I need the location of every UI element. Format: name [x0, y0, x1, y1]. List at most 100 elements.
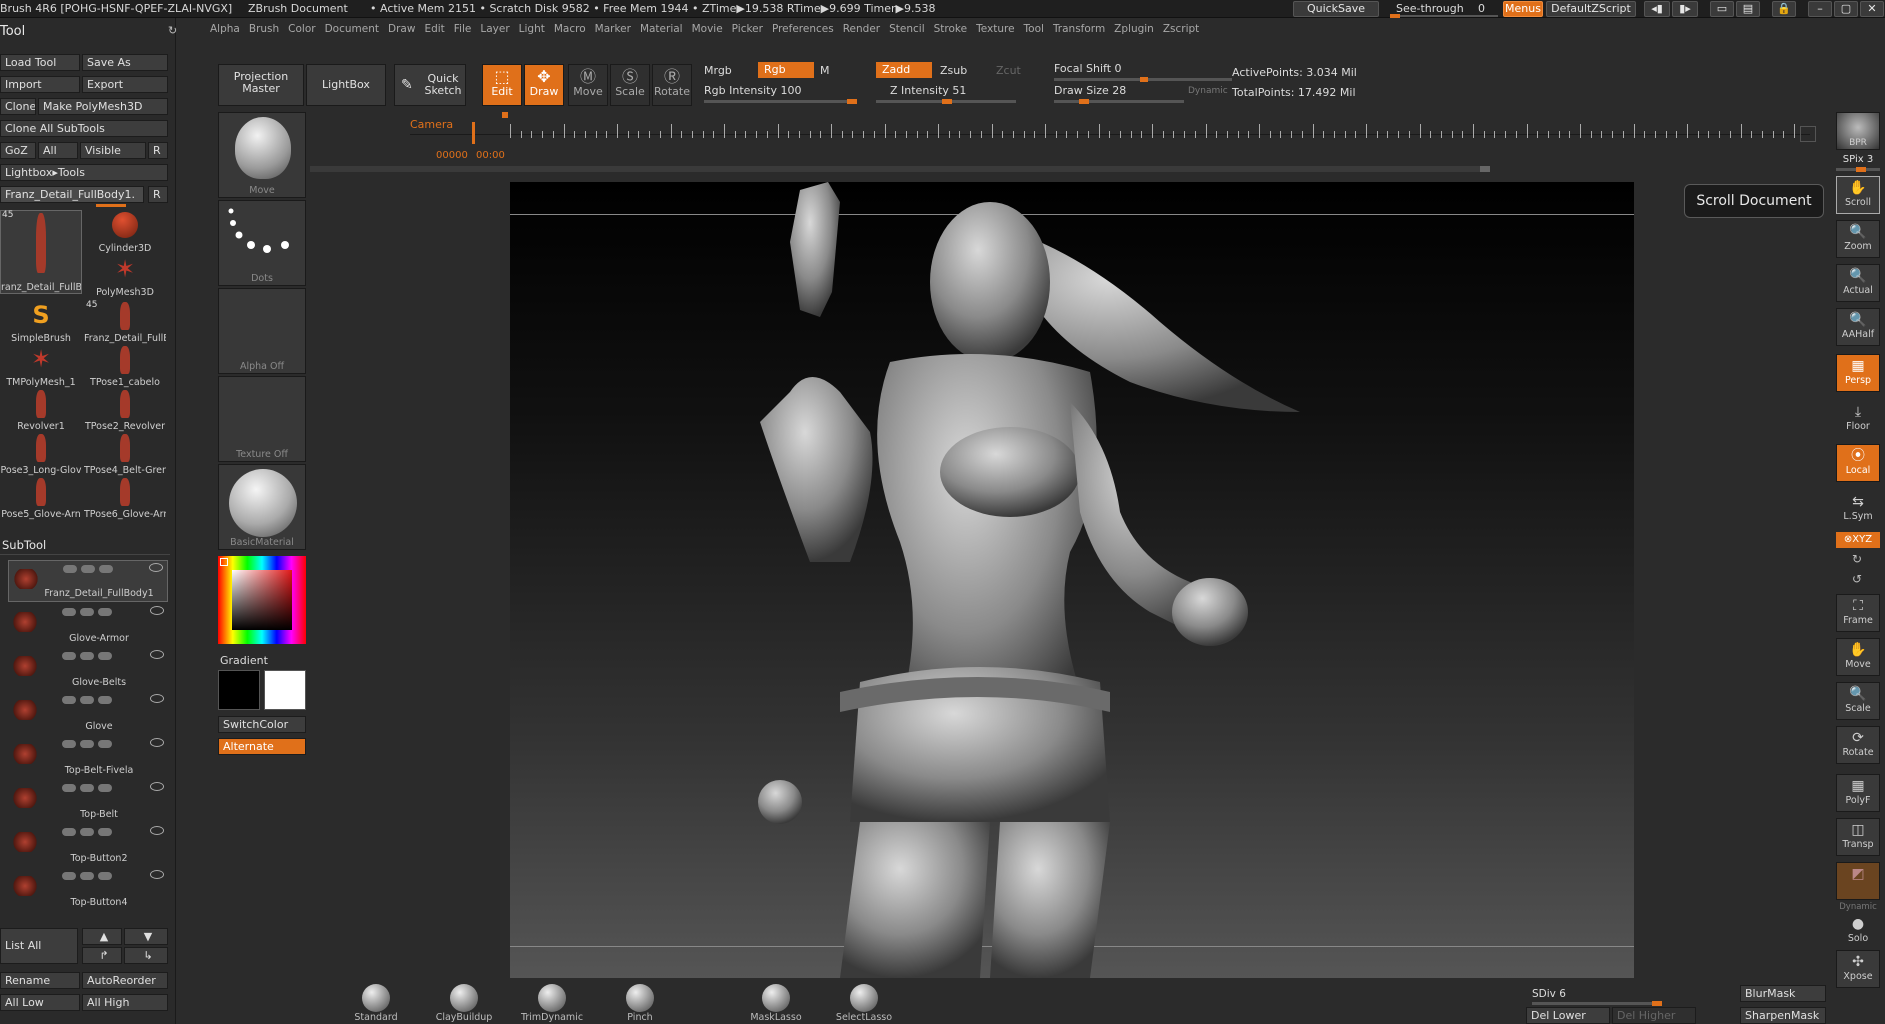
mrgb-button[interactable]: Mrgb	[704, 64, 732, 77]
tool-thumbnail[interactable]: Cylinder3D	[84, 210, 166, 254]
del-lower-button[interactable]: Del Lower	[1526, 1007, 1610, 1024]
xpose-button[interactable]: ✣ Xpose	[1836, 950, 1880, 988]
eye-icon[interactable]	[150, 694, 164, 703]
color-square[interactable]	[232, 570, 292, 630]
del-higher-button[interactable]: Del Higher	[1612, 1007, 1696, 1024]
material-slot[interactable]: BasicMaterial	[218, 464, 306, 550]
menu-picker[interactable]: Picker	[732, 23, 763, 35]
goz-button[interactable]: GoZ	[0, 142, 36, 159]
menu-brush[interactable]: Brush	[249, 23, 279, 35]
export-button[interactable]: Export	[82, 76, 168, 93]
timeline-start-marker[interactable]	[502, 112, 508, 118]
xyz-button[interactable]: ⊗XYZ	[1836, 532, 1880, 548]
persp-button[interactable]: ▦ Persp	[1836, 354, 1880, 392]
eye-icon[interactable]	[150, 782, 164, 791]
menu-movie[interactable]: Movie	[692, 23, 723, 35]
zoom-button[interactable]: 🔍 Zoom	[1836, 220, 1880, 258]
menu-document[interactable]: Document	[325, 23, 379, 35]
menu-edit[interactable]: Edit	[424, 23, 444, 35]
autoreorder-button[interactable]: AutoReorder	[82, 972, 168, 989]
solo-button[interactable]: ● Solo	[1836, 912, 1880, 946]
menu-macro[interactable]: Macro	[554, 23, 586, 35]
goz-r-button[interactable]: R	[148, 142, 168, 159]
move-view-button[interactable]: ✋ Move	[1836, 638, 1880, 676]
all-low-button[interactable]: All Low	[0, 994, 80, 1011]
menu-marker[interactable]: Marker	[595, 23, 631, 35]
subtool-toggle[interactable]	[98, 828, 112, 836]
import-button[interactable]: Import	[0, 76, 80, 93]
subtool-toggle[interactable]	[62, 740, 76, 748]
rotate-view-button[interactable]: ⟳ Rotate	[1836, 726, 1880, 764]
subtool-item[interactable]: Top-Button4	[8, 868, 168, 910]
subtool-item[interactable]: Top-Belt	[8, 780, 168, 822]
alpha-slot[interactable]: Alpha Off	[218, 288, 306, 374]
lightbox-button[interactable]: LightBox	[306, 64, 386, 106]
current-tool-name[interactable]: Franz_Detail_FullBody1.	[0, 186, 144, 203]
menu-zscript[interactable]: Zscript	[1163, 23, 1199, 35]
blurmask-button[interactable]: BlurMask	[1740, 985, 1826, 1002]
floor-button[interactable]: ⤓ Floor	[1836, 400, 1880, 438]
move-up-icon[interactable]: ▲	[82, 928, 122, 945]
subtool-toggle[interactable]	[98, 740, 112, 748]
refresh-icon[interactable]: ↻	[168, 24, 177, 37]
transp-button[interactable]: ◫ Transp	[1836, 818, 1880, 856]
rotate-button[interactable]: Ⓡ Rotate	[652, 64, 692, 106]
quicksave-button[interactable]: QuickSave	[1293, 1, 1379, 17]
rename-button[interactable]: Rename	[0, 972, 80, 989]
subtool-toggle[interactable]	[80, 828, 94, 836]
timeline-scroll-thumb[interactable]	[1480, 166, 1490, 172]
menus-button[interactable]: Menus	[1503, 1, 1543, 17]
move-out-icon[interactable]: ↱	[82, 947, 122, 964]
quick-sketch-button[interactable]: ✎ Quick Sketch	[394, 64, 466, 106]
lightbox-tools-button[interactable]: Lightbox▸Tools	[0, 164, 168, 181]
save-as-button[interactable]: Save As	[82, 54, 168, 71]
goz-all-button[interactable]: All	[38, 142, 78, 159]
make-polymesh-button[interactable]: Make PolyMesh3D	[38, 98, 168, 115]
bpr-button[interactable]: BPR	[1836, 112, 1880, 150]
menu-draw[interactable]: Draw	[388, 23, 415, 35]
spix-knob[interactable]	[1856, 167, 1866, 172]
rotate-z-icon[interactable]: ↺	[1852, 572, 1862, 586]
subtool-toggle[interactable]	[99, 565, 113, 573]
rgb-intensity-knob[interactable]	[847, 99, 857, 104]
subtool-toggle[interactable]	[62, 872, 76, 880]
menu-render[interactable]: Render	[843, 23, 880, 35]
brush-slot[interactable]: Move	[218, 112, 306, 198]
subtool-toggle[interactable]	[98, 872, 112, 880]
subtool-toggle[interactable]	[62, 828, 76, 836]
all-high-button[interactable]: All High	[82, 994, 168, 1011]
tool-thumbnail[interactable]: ✶ PolyMesh3D	[84, 254, 166, 298]
scroll-button[interactable]: ✋ Scroll	[1836, 176, 1880, 214]
subtool-toggle[interactable]	[81, 565, 95, 573]
draw-size-slider[interactable]	[1054, 99, 1184, 104]
default-zscript-button[interactable]: DefaultZScript	[1546, 1, 1636, 17]
subtool-toggle[interactable]	[98, 608, 112, 616]
sdiv-knob[interactable]	[1652, 1001, 1662, 1006]
tool-thumbnail[interactable]: ranz_Detail_FullB	[0, 210, 82, 294]
menu-file[interactable]: File	[454, 23, 472, 35]
subtool-toggle[interactable]	[98, 696, 112, 704]
focal-shift-knob[interactable]	[1140, 77, 1148, 82]
secondary-color-swatch[interactable]	[264, 670, 306, 710]
m-button[interactable]: M	[820, 64, 830, 77]
list-all-button[interactable]: List All	[0, 928, 78, 964]
eye-icon[interactable]	[150, 826, 164, 835]
menu-preferences[interactable]: Preferences	[772, 23, 834, 35]
aahalf-button[interactable]: 🔍 AAHalf	[1836, 308, 1880, 346]
menu-alpha[interactable]: Alpha	[210, 23, 240, 35]
stroke-slot[interactable]: Dots	[218, 200, 306, 286]
layout-alt-icon[interactable]: ▤	[1736, 1, 1760, 17]
minimize-icon[interactable]: –	[1808, 1, 1832, 17]
eye-icon[interactable]	[150, 650, 164, 659]
rgb-intensity-slider[interactable]	[704, 99, 857, 104]
subtool-toggle[interactable]	[80, 740, 94, 748]
menu-stencil[interactable]: Stencil	[889, 23, 925, 35]
local-button[interactable]: ⦿ Local	[1836, 444, 1880, 482]
draw-size-knob[interactable]	[1079, 99, 1090, 104]
move-down-icon[interactable]: ▼	[124, 928, 168, 945]
zadd-button[interactable]: Zadd	[876, 62, 932, 78]
scale-view-button[interactable]: 🔍 Scale	[1836, 682, 1880, 720]
ghost-button[interactable]: ◩	[1836, 862, 1880, 900]
menu-material[interactable]: Material	[640, 23, 683, 35]
clone-all-subtools-button[interactable]: Clone All SubTools	[0, 120, 168, 137]
